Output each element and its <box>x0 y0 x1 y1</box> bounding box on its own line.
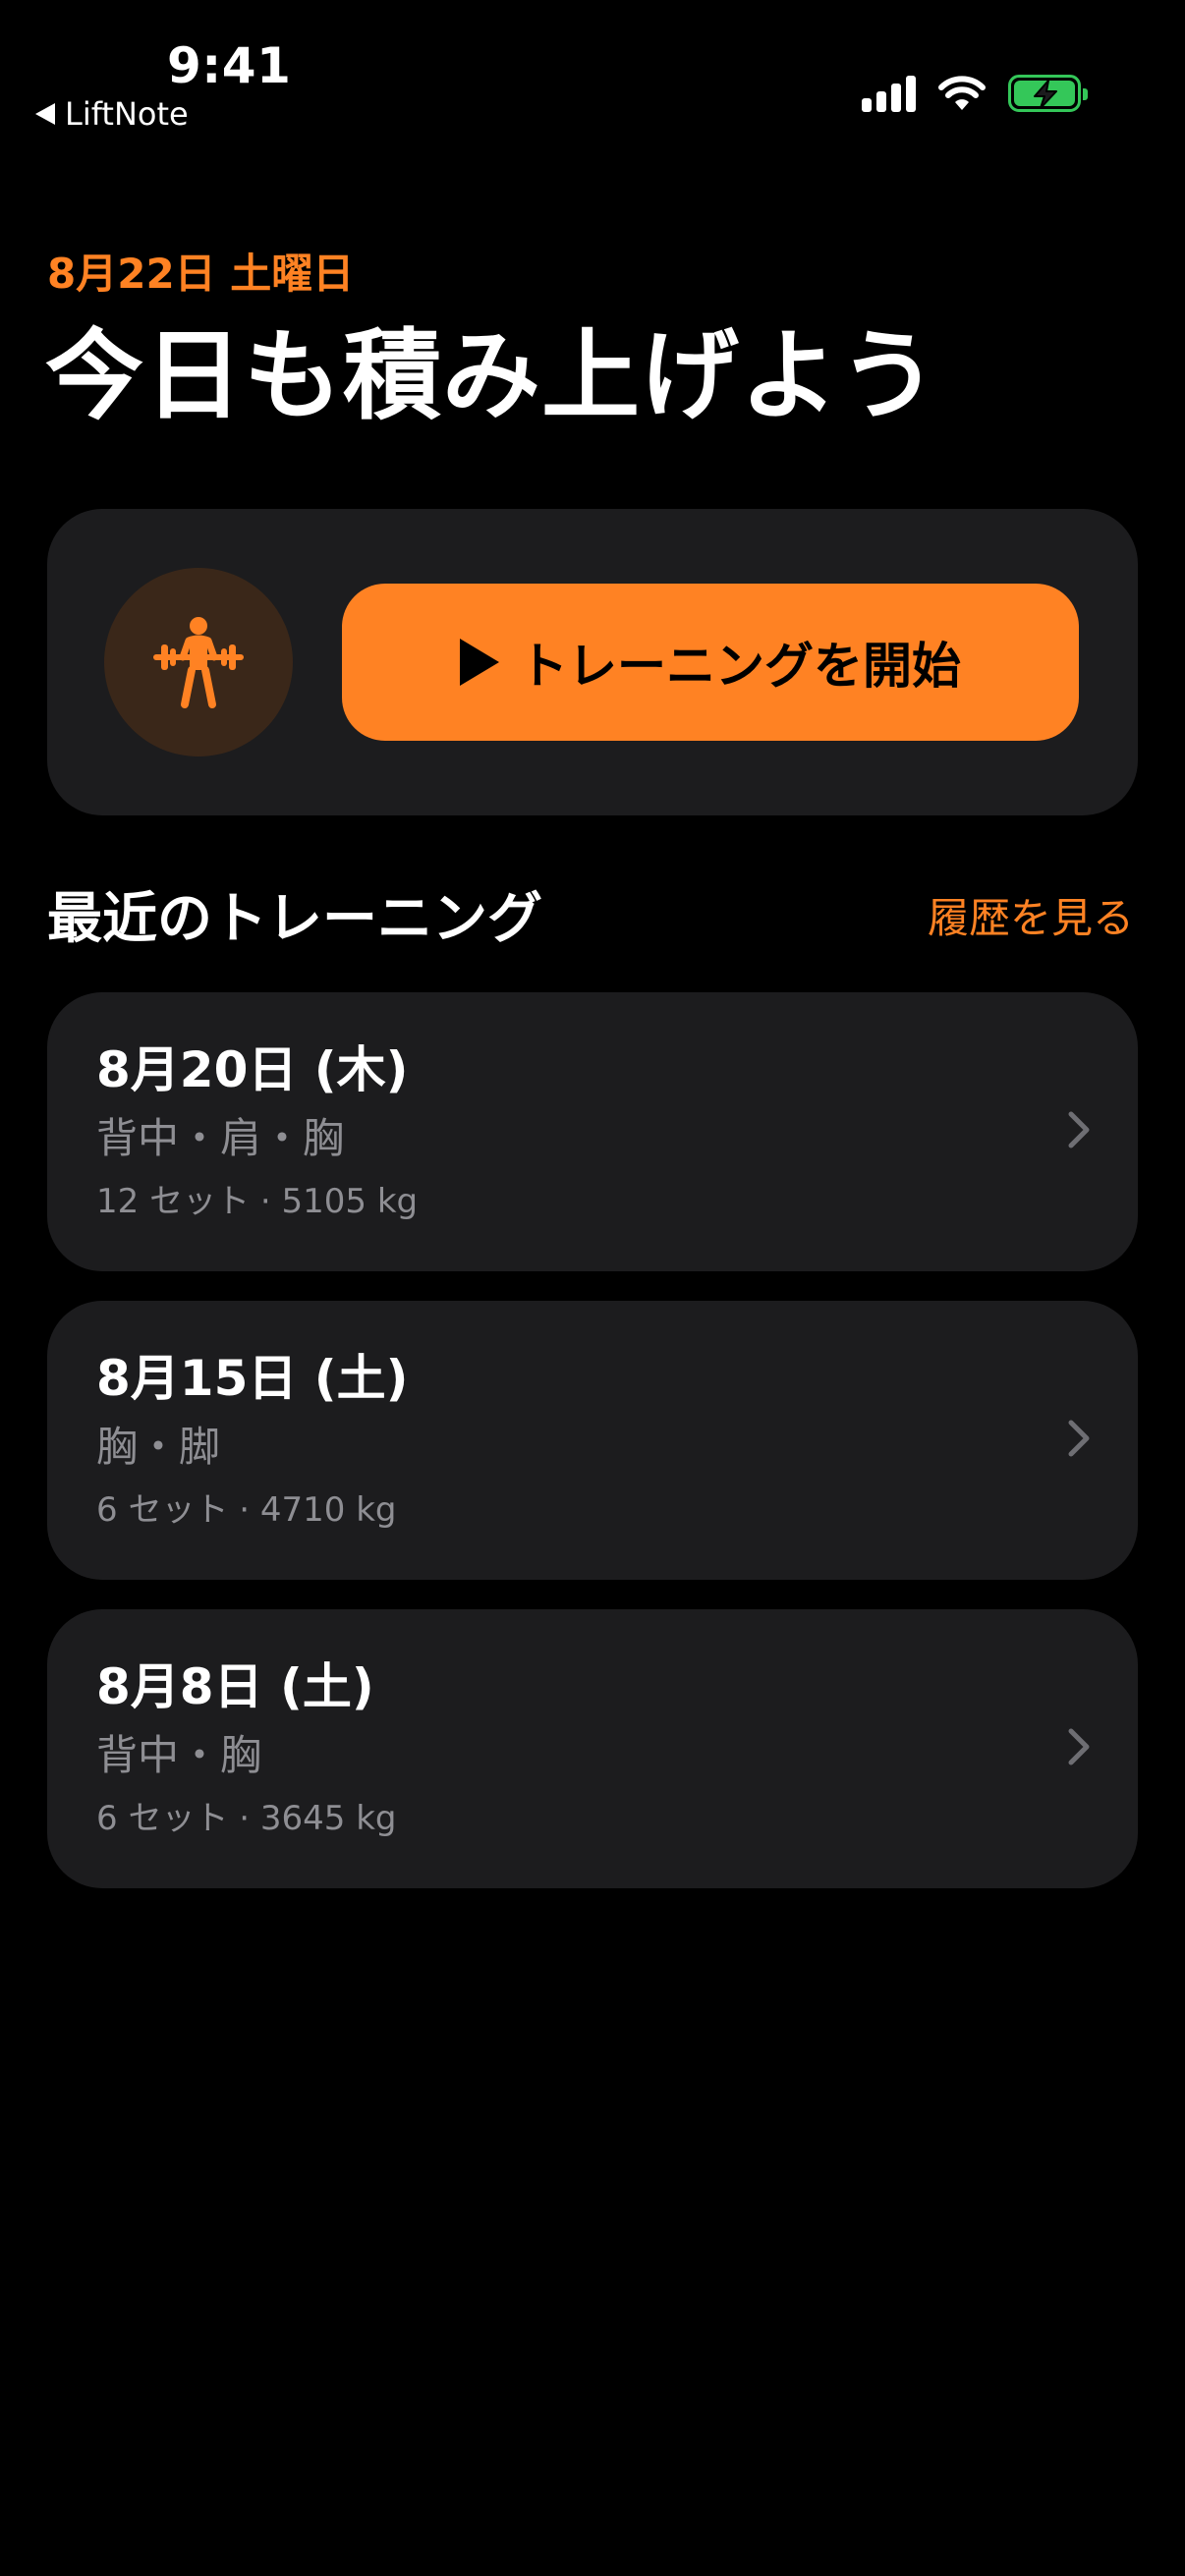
start-training-button[interactable]: トレーニングを開始 <box>342 584 1079 741</box>
session-card[interactable]: 8月8日 (土) 背中・胸 6 セット · 3645 kg <box>47 1609 1138 1888</box>
view-history-link[interactable]: 履歴を見る <box>928 898 1134 939</box>
back-to-app-button[interactable]: LiftNote <box>35 98 189 130</box>
battery-charging-icon <box>1008 75 1088 112</box>
status-time: 9:41 <box>167 37 292 94</box>
session-body-parts: 胸・脚 <box>96 1423 221 1471</box>
status-icons <box>862 75 1088 112</box>
session-date: 8月15日 (土) <box>96 1350 409 1407</box>
session-body-parts: 背中・肩・胸 <box>96 1114 345 1162</box>
session-stats: 6 セット · 3645 kg <box>96 1799 397 1838</box>
wifi-icon <box>938 76 986 110</box>
current-date: 8月22日 土曜日 <box>47 250 355 298</box>
back-triangle-icon <box>35 103 55 125</box>
session-card[interactable]: 8月20日 (木) 背中・肩・胸 12 セット · 5105 kg <box>47 992 1138 1271</box>
session-stats: 12 セット · 5105 kg <box>96 1182 419 1221</box>
chevron-right-icon <box>1068 1111 1090 1148</box>
start-training-card: トレーニングを開始 <box>47 509 1138 815</box>
weightlifter-icon <box>153 617 244 708</box>
session-body-parts: 背中・胸 <box>96 1731 262 1779</box>
back-app-label: LiftNote <box>65 95 189 133</box>
page-title: 今日も積み上げよう <box>45 318 938 433</box>
play-icon <box>460 639 499 686</box>
cellular-signal-icon <box>862 75 916 112</box>
chevron-right-icon <box>1068 1420 1090 1457</box>
session-stats: 6 セット · 4710 kg <box>96 1490 397 1530</box>
weightlifter-avatar <box>104 568 293 756</box>
chevron-right-icon <box>1068 1728 1090 1765</box>
start-training-label: トレーニングを開始 <box>519 638 961 695</box>
session-card[interactable]: 8月15日 (土) 胸・脚 6 セット · 4710 kg <box>47 1301 1138 1580</box>
session-date: 8月8日 (土) <box>96 1658 374 1715</box>
recent-trainings-title: 最近のトレーニング <box>47 887 542 951</box>
session-date: 8月20日 (木) <box>96 1041 409 1098</box>
